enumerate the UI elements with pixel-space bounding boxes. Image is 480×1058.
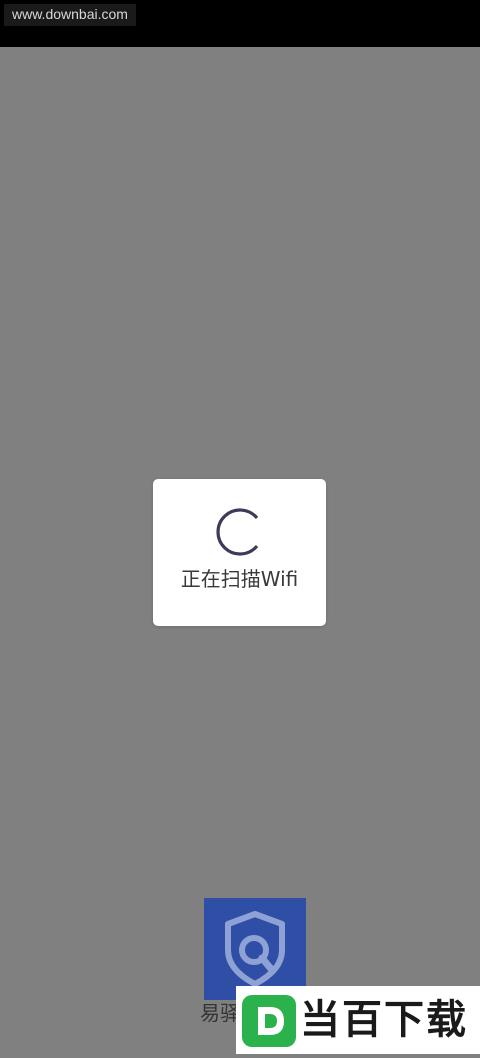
loading-dialog: 正在扫描Wifi	[153, 479, 326, 626]
d-logo-icon	[242, 995, 296, 1047]
download-badge-text: 当百下载	[300, 997, 468, 1043]
dialog-message: 正在扫描Wifi	[180, 567, 299, 591]
app-logo	[204, 898, 306, 1000]
spinner-icon	[216, 508, 259, 556]
status-bar: www.downbai.com	[0, 0, 480, 47]
shield-search-icon	[225, 911, 285, 987]
download-badge: 当百下载	[236, 986, 480, 1054]
watermark-url: www.downbai.com	[4, 4, 136, 26]
